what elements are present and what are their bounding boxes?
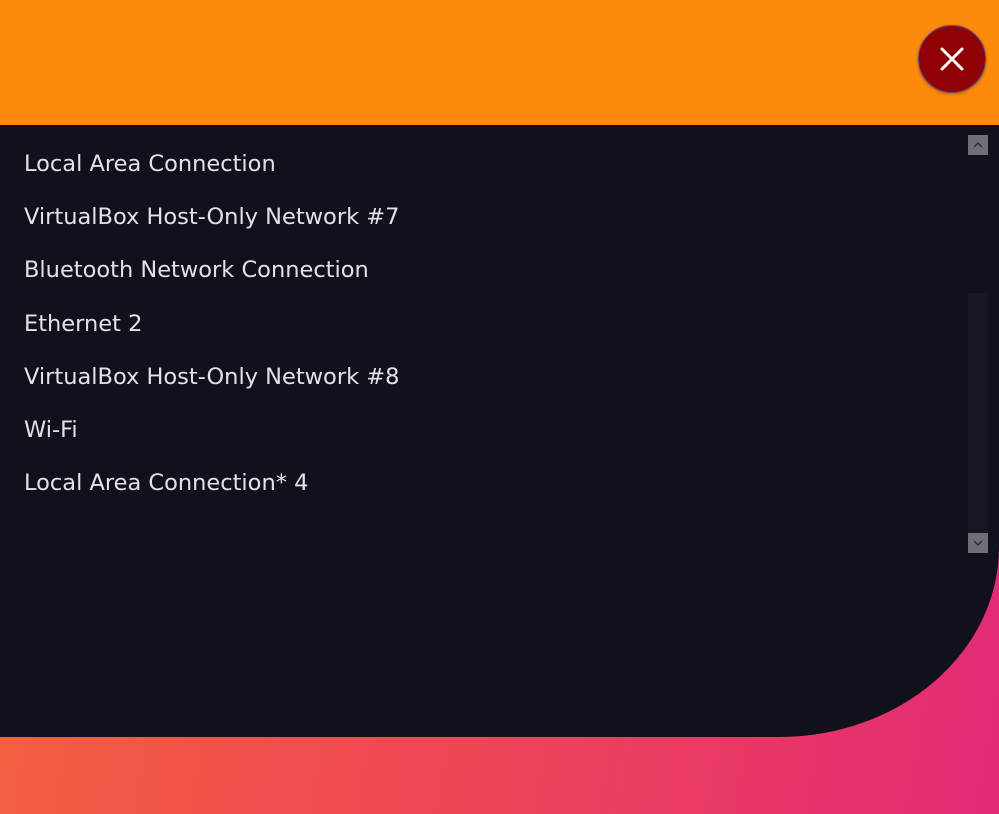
list-item-local-area-connection-4[interactable]: Local Area Connection* 4: [0, 454, 960, 507]
list-item-local-area-connection[interactable]: Local Area Connection: [0, 135, 960, 188]
connections-panel: Local Area Connection VirtualBox Host-On…: [0, 125, 999, 737]
close-icon: [940, 47, 964, 71]
list-item-wifi[interactable]: Wi-Fi: [0, 401, 960, 454]
scroll-track[interactable]: [968, 157, 988, 533]
list-item-virtualbox-host-only-7[interactable]: VirtualBox Host-Only Network #7: [0, 188, 960, 241]
close-button[interactable]: [918, 25, 986, 93]
vertical-scrollbar[interactable]: [968, 135, 988, 555]
list-item-virtualbox-host-only-8[interactable]: VirtualBox Host-Only Network #8: [0, 348, 960, 401]
list-item-ethernet-2[interactable]: Ethernet 2: [0, 295, 960, 348]
connections-list: Local Area Connection VirtualBox Host-On…: [0, 135, 960, 507]
chevron-up-icon: [973, 142, 983, 148]
header-bar: [0, 0, 999, 125]
scroll-down-button[interactable]: [968, 533, 988, 553]
list-item-bluetooth-network[interactable]: Bluetooth Network Connection: [0, 241, 960, 294]
scroll-up-button[interactable]: [968, 135, 988, 155]
app-window: Local Area Connection VirtualBox Host-On…: [0, 0, 999, 814]
chevron-down-icon: [973, 540, 983, 546]
scroll-thumb[interactable]: [968, 293, 988, 533]
